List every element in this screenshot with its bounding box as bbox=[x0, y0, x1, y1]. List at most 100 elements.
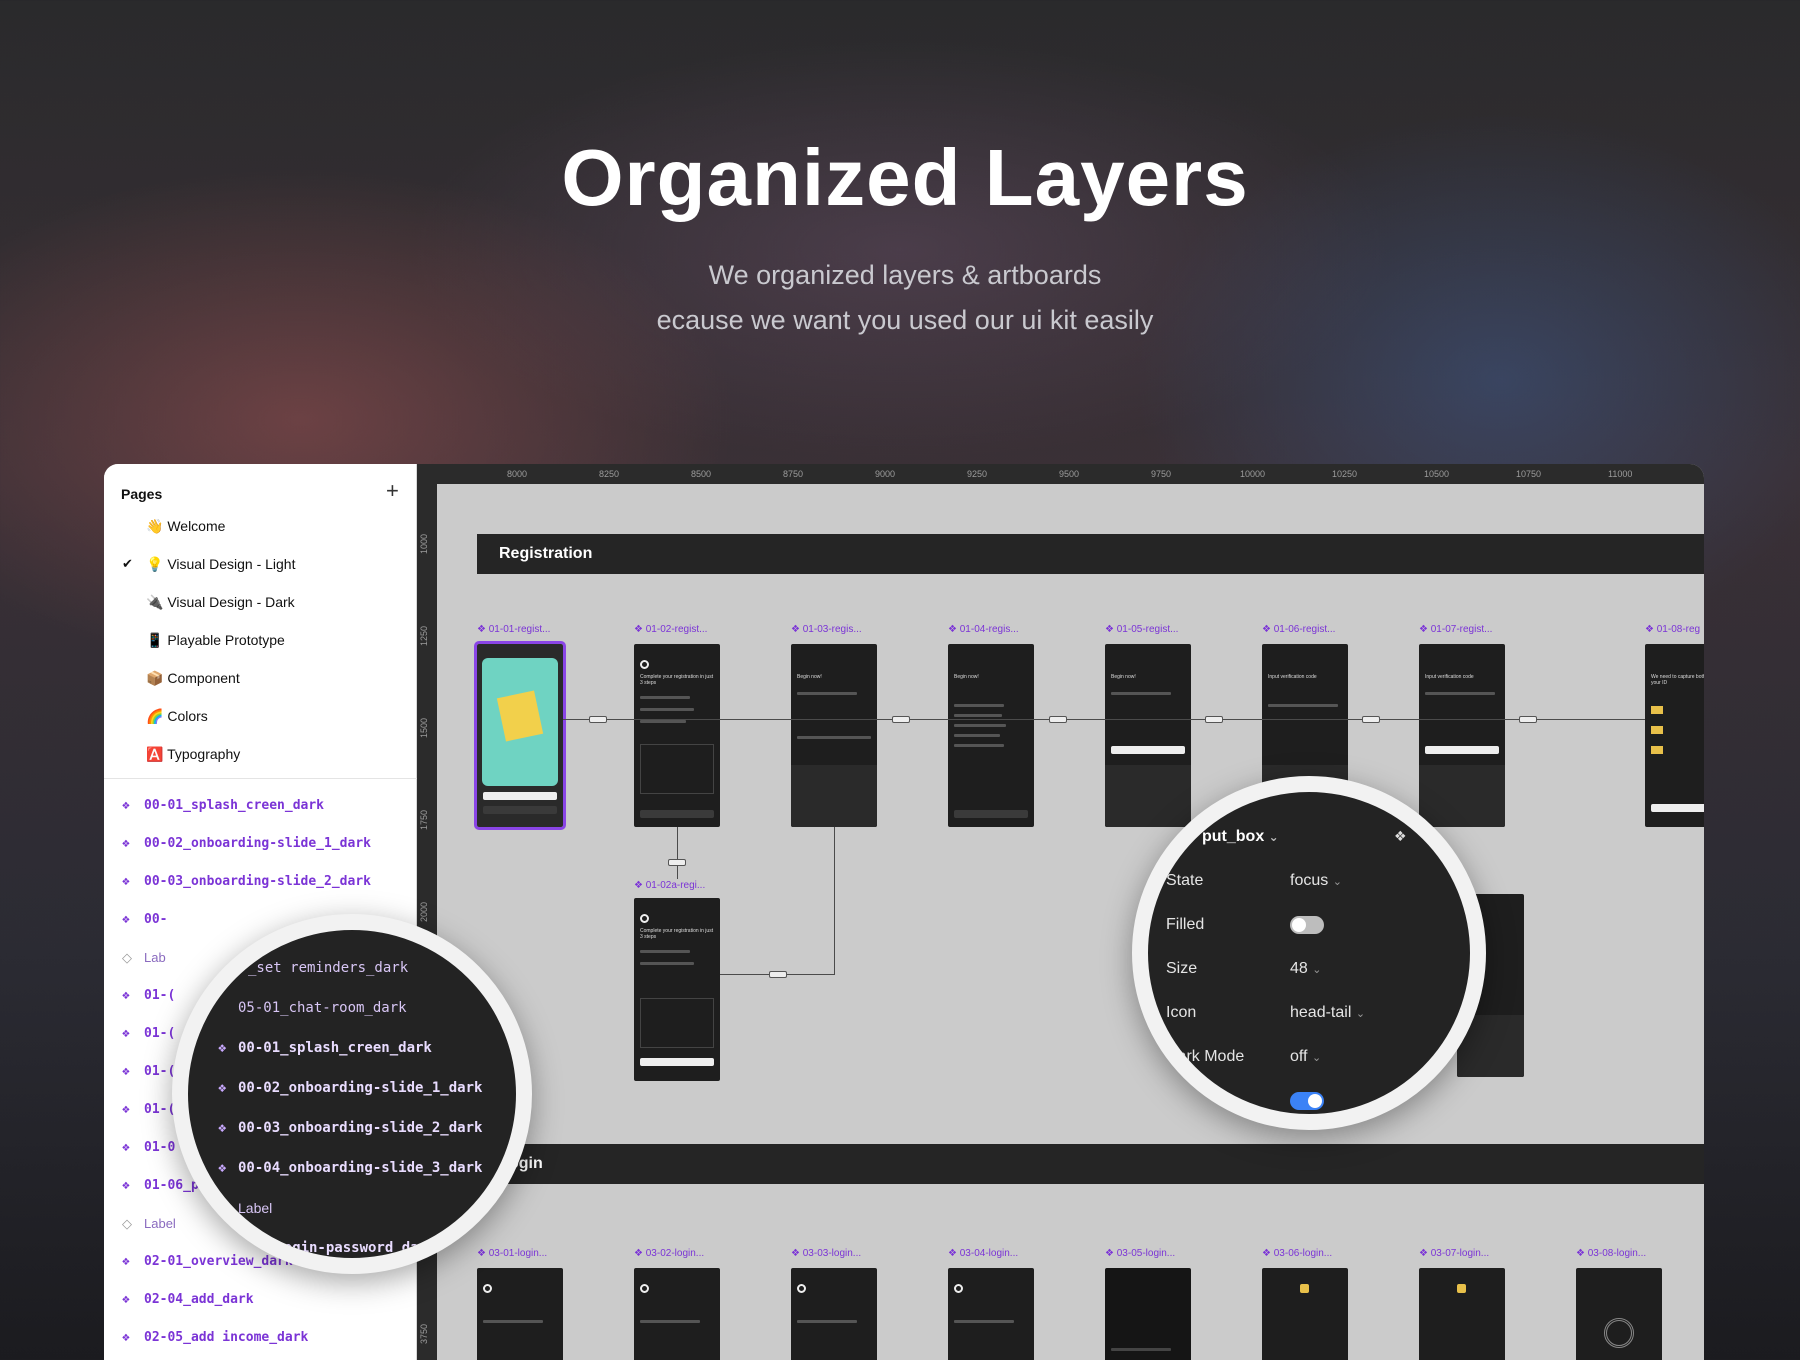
checkmark-icon: ✔ bbox=[122, 556, 133, 571]
artboard-fingerprint[interactable] bbox=[1576, 1268, 1662, 1360]
section-registration[interactable]: Registration bbox=[477, 534, 1704, 574]
prop-key: State bbox=[1166, 872, 1204, 889]
page-label: Visual Design - Light bbox=[167, 556, 296, 572]
text-row bbox=[954, 734, 1000, 737]
frame-label[interactable]: ❖ 03-02-login... bbox=[634, 1248, 704, 1259]
page-item-colors[interactable]: 🌈 Colors bbox=[146, 708, 208, 725]
artboard-begin-now[interactable]: Begin now! bbox=[791, 644, 877, 827]
frame-label[interactable]: ❖ 01-02-regist... bbox=[634, 624, 707, 635]
page-item-playable-prototype[interactable]: 📱 Playable Prototype bbox=[146, 632, 285, 649]
frame-label-text: 03-08-login... bbox=[1587, 1248, 1647, 1259]
artboard-login[interactable] bbox=[948, 1268, 1034, 1360]
page-item-component[interactable]: 📦 Component bbox=[146, 670, 240, 687]
layer-label: Lab bbox=[144, 950, 166, 965]
prop-value[interactable]: off ⌄ bbox=[1290, 1048, 1321, 1066]
artboard-passcode[interactable] bbox=[1262, 1268, 1348, 1360]
page-item-typography[interactable]: 🅰️ Typography bbox=[146, 746, 240, 763]
frame-label[interactable]: ❖ 01-04-regis... bbox=[948, 624, 1019, 635]
frame-label[interactable]: ❖ 03-06-login... bbox=[1262, 1248, 1332, 1259]
frame-label[interactable]: ❖ 01-06-regist... bbox=[1262, 624, 1335, 635]
page-item-welcome[interactable]: 👋 Welcome bbox=[146, 518, 225, 535]
layer-label: 02-05_add income_dark bbox=[144, 1330, 309, 1345]
page-item-visual-design-dark[interactable]: 🔌 Visual Design - Dark bbox=[146, 594, 295, 611]
artboard-login[interactable] bbox=[477, 1268, 563, 1360]
section-login[interactable]: ogin bbox=[437, 1144, 1704, 1184]
ruler-tick: 1500 bbox=[419, 717, 429, 738]
frame-label[interactable]: ❖ 03-05-login... bbox=[1105, 1248, 1175, 1259]
page-item-visual-design-light[interactable]: 💡 Visual Design - Light bbox=[146, 556, 295, 573]
layer-item[interactable]: ❖ 00-03_onboarding-slide_2_dark bbox=[122, 874, 371, 889]
layer-label: 01-( bbox=[144, 988, 176, 1003]
magnified-layer-label: 00-03_onboarding-slide_2_dark bbox=[238, 1120, 483, 1136]
prop-value[interactable]: 48 ⌄ bbox=[1290, 960, 1321, 978]
artboard-login[interactable] bbox=[1105, 1268, 1191, 1360]
component-icon: ❖ bbox=[122, 836, 130, 851]
add-page-icon[interactable]: + bbox=[386, 478, 399, 504]
layer-item[interactable]: ◇ Lab bbox=[122, 950, 166, 966]
frame-label[interactable]: ❖ 01-01-regist... bbox=[477, 624, 550, 635]
frame-label[interactable]: ❖ 03-07-login... bbox=[1419, 1248, 1489, 1259]
prop-value[interactable]: focus ⌄ bbox=[1290, 872, 1342, 890]
text-row bbox=[954, 714, 1002, 717]
layer-item[interactable]: ❖ 02-05_add income_dark bbox=[122, 1330, 308, 1345]
prop-value[interactable]: head-tail ⌄ bbox=[1290, 1004, 1365, 1022]
frame-label[interactable]: ❖ 03-04-login... bbox=[948, 1248, 1018, 1259]
prop-value-text: head-tail bbox=[1290, 1004, 1352, 1021]
fingerprint-icon bbox=[1604, 1318, 1634, 1348]
frame-label-text: 01-05-regist... bbox=[1116, 624, 1179, 635]
component-instance-icon[interactable]: ❖ bbox=[1394, 828, 1407, 845]
frame-label[interactable]: ❖ 01-03-regis... bbox=[791, 624, 862, 635]
chevron-down-icon[interactable]: ⌄ bbox=[1269, 830, 1279, 844]
design-canvas[interactable]: Registration ❖ 01-01-regist... ❖ 01-02-r… bbox=[437, 484, 1704, 1360]
frame-label[interactable]: ❖ 03-03-login... bbox=[791, 1248, 861, 1259]
component-icon: ❖ bbox=[122, 912, 130, 927]
hero-title: Organized Layers bbox=[561, 133, 1249, 222]
connector-tag bbox=[668, 859, 686, 866]
artboard-begin-now-3[interactable]: Begin now! bbox=[1105, 644, 1191, 827]
component-icon: ❖ bbox=[122, 1026, 130, 1041]
page-label: Welcome bbox=[167, 518, 226, 534]
layer-item[interactable]: ❖ 01-0 bbox=[122, 1140, 175, 1155]
layer-item[interactable]: ❖ 00-01_splash_creen_dark bbox=[122, 798, 324, 813]
ruler-tick: 9500 bbox=[1059, 469, 1080, 479]
artboard-login[interactable] bbox=[791, 1268, 877, 1360]
layer-item[interactable]: ❖ 01-( bbox=[122, 1064, 175, 1079]
component-icon: ❖ bbox=[122, 1330, 130, 1345]
artboard-begin-now-2[interactable]: Begin now! bbox=[948, 644, 1034, 827]
frame-label[interactable]: ❖ 03-08-login... bbox=[1576, 1248, 1646, 1259]
layer-label: 01-06_p bbox=[144, 1178, 199, 1193]
layer-item[interactable]: ❖ 02-04_add_dark bbox=[122, 1292, 254, 1307]
artboard-registration[interactable]: Complete your registration in just 3 ste… bbox=[634, 644, 720, 827]
magnified-layer: ❖ 00-01_splash_creen_dark bbox=[218, 1040, 432, 1056]
prop-key: Dark Mode bbox=[1166, 1048, 1245, 1065]
filled-toggle[interactable] bbox=[1290, 916, 1324, 934]
ruler-tick: 3750 bbox=[419, 1323, 429, 1344]
magnified-layer: ❖ 00-03_onboarding-slide_2_dark bbox=[218, 1120, 482, 1136]
layer-item[interactable]: ◇ Label bbox=[122, 1216, 176, 1232]
artboard-registration-branch[interactable]: Complete your registration in just 3 ste… bbox=[634, 898, 720, 1081]
artboard-id-capture[interactable]: We need to capture both sides of your ID bbox=[1645, 644, 1704, 827]
frame-label[interactable]: ❖ 01-05-regist... bbox=[1105, 624, 1178, 635]
frame-label[interactable]: ❖ 01-07-regist... bbox=[1419, 624, 1492, 635]
layer-item[interactable]: ❖ 01-( bbox=[122, 1102, 175, 1117]
text-row bbox=[483, 1320, 543, 1323]
prop-value-text: 48 bbox=[1290, 960, 1308, 977]
frame-label[interactable]: ❖ 01-08-reg bbox=[1645, 624, 1700, 635]
artboard-login[interactable] bbox=[634, 1268, 720, 1360]
layer-item[interactable]: ❖ 01-( bbox=[122, 988, 175, 1003]
layer-item[interactable]: ❖ 01-06_p bbox=[122, 1178, 199, 1193]
frame-label[interactable]: ❖ 03-01-login... bbox=[477, 1248, 547, 1259]
artboard-splash[interactable] bbox=[474, 641, 566, 830]
text-row bbox=[797, 736, 871, 739]
frame-label[interactable]: ❖ 01-02a-regi... bbox=[634, 880, 705, 891]
frame-label-text: 03-03-login... bbox=[802, 1248, 862, 1259]
artboard-verification-2[interactable]: Input verification code bbox=[1419, 644, 1505, 827]
layer-item[interactable]: ❖ 00-02_onboarding-slide_1_dark bbox=[122, 836, 371, 851]
bottom-toggle[interactable] bbox=[1290, 1092, 1324, 1110]
artboard-passcode[interactable] bbox=[1419, 1268, 1505, 1360]
next-button bbox=[1425, 746, 1499, 754]
layer-item[interactable]: ❖ 00- bbox=[122, 912, 167, 927]
layer-item[interactable]: ❖ 01-( bbox=[122, 1026, 175, 1041]
prop-value-text: off bbox=[1290, 1048, 1308, 1065]
layer-item[interactable]: ❖ 02-01_overview_dark bbox=[122, 1254, 293, 1269]
